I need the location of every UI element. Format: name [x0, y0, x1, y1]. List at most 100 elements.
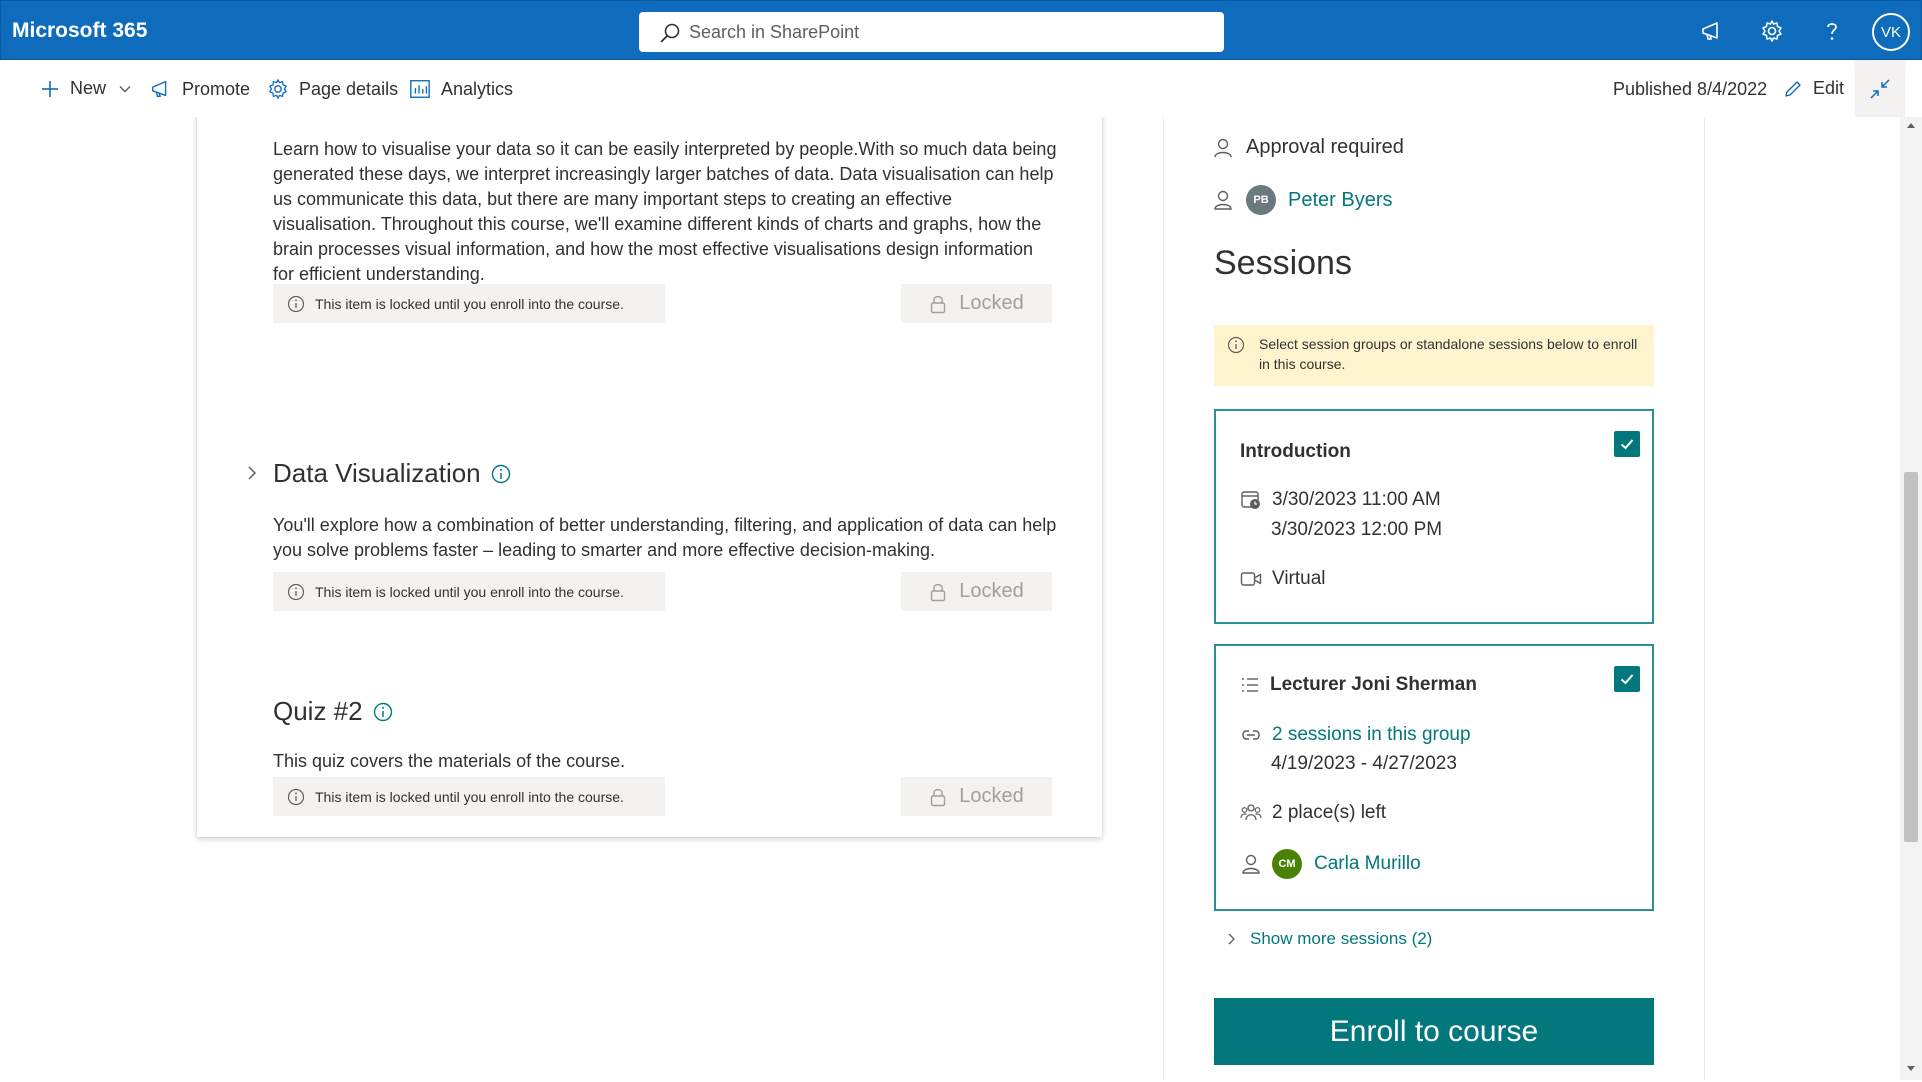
- session-title: Lecturer Joni Sherman: [1270, 674, 1477, 695]
- new-button[interactable]: New: [40, 78, 132, 99]
- user-avatar[interactable]: VK: [1872, 13, 1910, 51]
- notice-text: Select session groups or standalone sess…: [1259, 336, 1638, 372]
- info-icon: [287, 583, 305, 600]
- analytics-label: Analytics: [441, 78, 514, 99]
- promote-label: Promote: [182, 78, 251, 99]
- show-more-label: Show more sessions (2): [1250, 929, 1433, 948]
- analytics-button[interactable]: Analytics: [409, 78, 513, 100]
- item-description: You'll explore how a combination of bett…: [273, 515, 1057, 560]
- scroll-thumb[interactable]: [1904, 472, 1918, 842]
- list-icon: [1242, 678, 1258, 692]
- lecturer-link[interactable]: Carla Murillo: [1314, 853, 1421, 875]
- avatar: CM: [1272, 849, 1302, 879]
- lock-note: This item is locked until you enroll int…: [273, 777, 665, 816]
- owner-row: PB Peter Byers: [1212, 185, 1392, 215]
- scroll-down-icon[interactable]: [1906, 1065, 1916, 1073]
- pencil-icon: [1785, 80, 1801, 97]
- enroll-button[interactable]: Enroll to course: [1214, 998, 1654, 1065]
- lock-note-text: This item is locked until you enroll int…: [315, 583, 624, 600]
- session-title-row: Lecturer Joni Sherman: [1240, 674, 1477, 696]
- sessions-title: Sessions: [1214, 244, 1352, 282]
- locked-button[interactable]: Locked: [901, 777, 1052, 816]
- edit-label: Edit: [1813, 78, 1845, 98]
- analytics-icon: [410, 80, 430, 98]
- search-icon: [659, 22, 681, 49]
- megaphone-icon: [152, 80, 167, 98]
- people-icon: [1240, 804, 1262, 821]
- lock-note: This item is locked until you enroll int…: [273, 572, 665, 611]
- video-icon: [1240, 572, 1262, 586]
- calendar-clock-icon: [1241, 491, 1260, 509]
- lock-icon: [931, 583, 946, 601]
- section-title-text: Quiz #2: [273, 696, 363, 726]
- page-scrollbar[interactable]: [1900, 117, 1922, 1080]
- session-places: 2 place(s) left: [1272, 802, 1387, 823]
- app-title[interactable]: Microsoft 365: [12, 19, 147, 43]
- locked-label: Locked: [959, 292, 1024, 314]
- lock-icon: [931, 788, 946, 806]
- checkmark-icon: [1620, 674, 1634, 685]
- lecturer-row: CM Carla Murillo: [1240, 849, 1421, 879]
- promote-button[interactable]: Promote: [150, 78, 250, 100]
- info-icon[interactable]: [491, 464, 511, 484]
- session-group-link[interactable]: 2 sessions in this group: [1272, 724, 1471, 746]
- section-title[interactable]: Data Visualization: [273, 458, 511, 489]
- page-content: Learn how to visualise your data so it c…: [0, 117, 1900, 1080]
- chevron-right-icon: [1228, 933, 1235, 945]
- session-group-row: 2 sessions in this group: [1240, 724, 1471, 746]
- scroll-up-icon[interactable]: [1906, 121, 1916, 129]
- gear-icon[interactable]: [1758, 17, 1786, 45]
- info-icon[interactable]: [373, 702, 393, 722]
- expand-chevron-icon[interactable]: [245, 464, 259, 487]
- course-content-card: Learn how to visualise your data so it c…: [197, 117, 1102, 837]
- item-description: This quiz covers the materials of the co…: [273, 751, 626, 771]
- info-icon: [1227, 336, 1245, 354]
- checkmark-icon: [1620, 439, 1634, 450]
- section-title[interactable]: Quiz #2: [273, 696, 393, 727]
- approval-text: Approval required: [1246, 136, 1404, 158]
- person-icon: [1214, 138, 1232, 157]
- chevron-down-icon: [119, 85, 131, 92]
- new-label: New: [70, 78, 107, 98]
- locked-label: Locked: [959, 785, 1024, 807]
- suite-bar: Microsoft 365 VK: [0, 0, 1922, 60]
- info-icon: [287, 788, 305, 805]
- avatar: PB: [1246, 185, 1276, 215]
- session-checkbox[interactable]: [1614, 431, 1640, 457]
- show-more-sessions-link[interactable]: Show more sessions (2): [1226, 929, 1432, 949]
- session-start: 3/30/2023 11:00 AM: [1272, 489, 1441, 510]
- lock-icon: [931, 295, 946, 313]
- search-input[interactable]: [689, 12, 1209, 52]
- search-box[interactable]: [639, 12, 1224, 52]
- link-icon: [1242, 730, 1260, 740]
- session-checkbox[interactable]: [1614, 666, 1640, 692]
- session-title: Introduction: [1240, 441, 1351, 462]
- command-bar: New Promote Page details Analytics Publi…: [0, 60, 1922, 117]
- session-card-lecturer[interactable]: Lecturer Joni Sherman 2 sessions in this…: [1214, 644, 1654, 911]
- info-icon: [287, 295, 305, 312]
- collapse-button[interactable]: [1855, 60, 1905, 117]
- session-dates: 4/19/2023 - 4/27/2023: [1271, 753, 1457, 774]
- owner-link[interactable]: Peter Byers: [1288, 189, 1392, 212]
- page-details-button[interactable]: Page details: [267, 78, 398, 100]
- page-details-label: Page details: [299, 78, 399, 99]
- session-start-row: 3/30/2023 11:00 AM: [1240, 489, 1441, 511]
- locked-button[interactable]: Locked: [901, 284, 1052, 323]
- person-icon: [1214, 190, 1232, 210]
- session-end: 3/30/2023 12:00 PM: [1271, 519, 1443, 540]
- enrollment-panel: Approval required PB Peter Byers Session…: [1163, 117, 1705, 1080]
- help-icon[interactable]: [1818, 17, 1846, 45]
- locked-button[interactable]: Locked: [901, 572, 1052, 611]
- approval-row: Approval required: [1212, 136, 1404, 159]
- session-notice: Select session groups or standalone sess…: [1214, 325, 1654, 386]
- lock-note-text: This item is locked until you enroll int…: [315, 788, 624, 805]
- session-location: Virtual: [1272, 568, 1326, 589]
- collapse-icon: [1870, 78, 1890, 99]
- person-icon: [1242, 854, 1260, 874]
- gear-icon: [269, 79, 287, 99]
- section-title-text: Data Visualization: [273, 458, 481, 488]
- session-card-introduction[interactable]: Introduction 3/30/2023 11:00 AM 3/30/202…: [1214, 409, 1654, 624]
- edit-button[interactable]: Edit: [1783, 78, 1844, 99]
- plus-icon: [42, 80, 58, 97]
- megaphone-icon[interactable]: [1698, 17, 1726, 45]
